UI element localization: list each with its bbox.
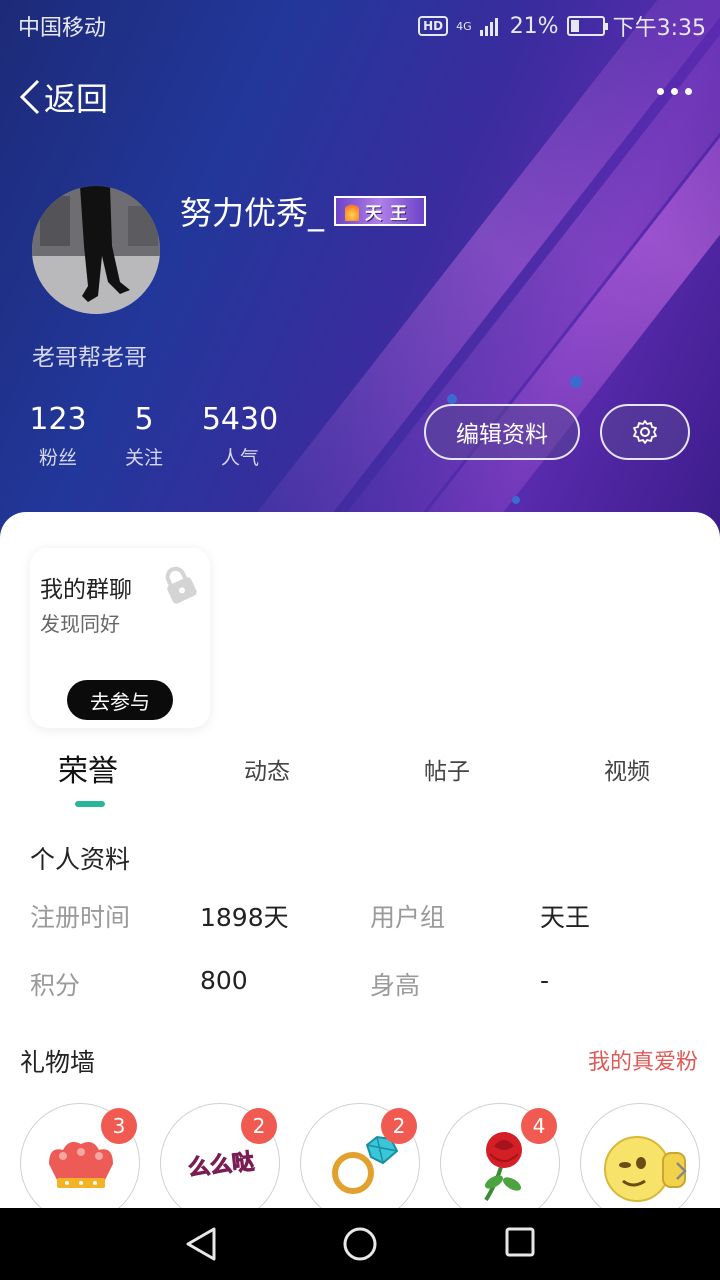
profile-section-title: 个人资料: [30, 845, 131, 874]
profile-value: 天王: [540, 903, 591, 932]
user-title-badge: 天王: [334, 196, 427, 226]
edit-profile-button[interactable]: 编辑资料: [424, 404, 580, 460]
tab-videos[interactable]: 视频: [604, 752, 650, 786]
status-bar: 中国移动 HD 4G 21% 下午3:35: [0, 0, 720, 50]
gear-icon: [633, 420, 657, 444]
gift-item[interactable]: 么么哒 2: [160, 1103, 280, 1223]
stat-label: 关注: [124, 447, 163, 469]
network-type: 4G: [456, 19, 472, 33]
group-card-subtitle: 发现同好: [40, 612, 120, 636]
username-row: 努力优秀_ 天王: [180, 188, 427, 234]
more-dot-icon: [671, 88, 678, 95]
lock-icon: [165, 566, 197, 604]
carrier-name: 中国移动: [18, 16, 107, 41]
tab-posts[interactable]: 帖子: [424, 752, 470, 786]
signal-icon: [479, 18, 498, 36]
user-title-text: 天王: [365, 203, 416, 224]
nav-home-icon[interactable]: [342, 1226, 378, 1262]
back-label: 返回: [44, 80, 109, 118]
profile-value: 800: [200, 966, 248, 995]
sticker-text: 么么哒: [187, 1149, 255, 1182]
stat-following[interactable]: 5 关注: [114, 402, 174, 470]
stat-followers[interactable]: 123 粉丝: [28, 402, 88, 470]
thumbs-up-emoji-icon: [604, 1136, 687, 1202]
stat-label: 人气: [220, 447, 259, 469]
gift-count-badge: 4: [521, 1108, 557, 1144]
profile-label: 注册时间: [30, 903, 131, 932]
system-nav-bar: [0, 1208, 720, 1280]
battery-icon: [566, 16, 608, 36]
username: 努力优秀_: [180, 194, 325, 232]
avatar-photo: [32, 186, 160, 314]
stat-value: 5430: [201, 402, 279, 437]
more-dot-icon: [685, 88, 692, 95]
profile-label: 积分: [30, 971, 81, 1000]
tab-moments[interactable]: 动态: [244, 752, 290, 786]
gift-count-badge: 2: [241, 1108, 277, 1144]
clock: 下午3:35: [612, 16, 706, 41]
nav-recents-icon[interactable]: [504, 1226, 536, 1260]
battery-percent: 21%: [509, 13, 559, 39]
stat-label: 粉丝: [38, 447, 77, 469]
active-tab-indicator: [75, 801, 105, 807]
settings-button[interactable]: [600, 404, 690, 460]
memeda-sticker-icon: 么么哒: [186, 1148, 255, 1182]
group-chat-card[interactable]: 我的群聊 发现同好 去参与: [30, 548, 210, 728]
gift-wall-title: 礼物墙: [20, 1048, 96, 1077]
stat-value: 123: [29, 402, 87, 437]
user-signature: 老哥帮老哥: [32, 345, 147, 371]
profile-label: 身高: [370, 971, 421, 1000]
flame-icon: [345, 201, 360, 221]
more-options-button[interactable]: [657, 88, 692, 95]
gift-item[interactable]: 3: [20, 1103, 140, 1223]
stat-popularity[interactable]: 5430 人气: [200, 402, 280, 470]
gift-item[interactable]: 4: [440, 1103, 560, 1223]
gift-item[interactable]: [580, 1103, 700, 1223]
profile-tabs: 荣誉 动态 帖子 视频: [0, 752, 720, 812]
true-fans-link[interactable]: 我的真爱粉: [588, 1044, 698, 1076]
crown-icon: [49, 1142, 113, 1188]
group-card-title: 我的群聊: [40, 577, 132, 603]
gift-count-badge: 3: [101, 1108, 137, 1144]
more-dot-icon: [657, 88, 664, 95]
profile-label: 用户组: [370, 903, 446, 932]
join-group-button[interactable]: 去参与: [67, 680, 173, 720]
gift-count-badge: 2: [381, 1108, 417, 1144]
chevron-left-icon: [19, 79, 40, 115]
avatar[interactable]: [32, 186, 160, 314]
hd-icon: HD: [418, 16, 449, 36]
profile-value: -: [540, 966, 550, 995]
profile-value: 1898天: [200, 903, 289, 932]
gift-item[interactable]: 2: [300, 1103, 420, 1223]
back-button[interactable]: 返回: [18, 74, 108, 120]
tab-honor[interactable]: 荣誉: [58, 746, 118, 790]
nav-back-icon[interactable]: [184, 1226, 218, 1262]
stat-value: 5: [134, 402, 154, 437]
